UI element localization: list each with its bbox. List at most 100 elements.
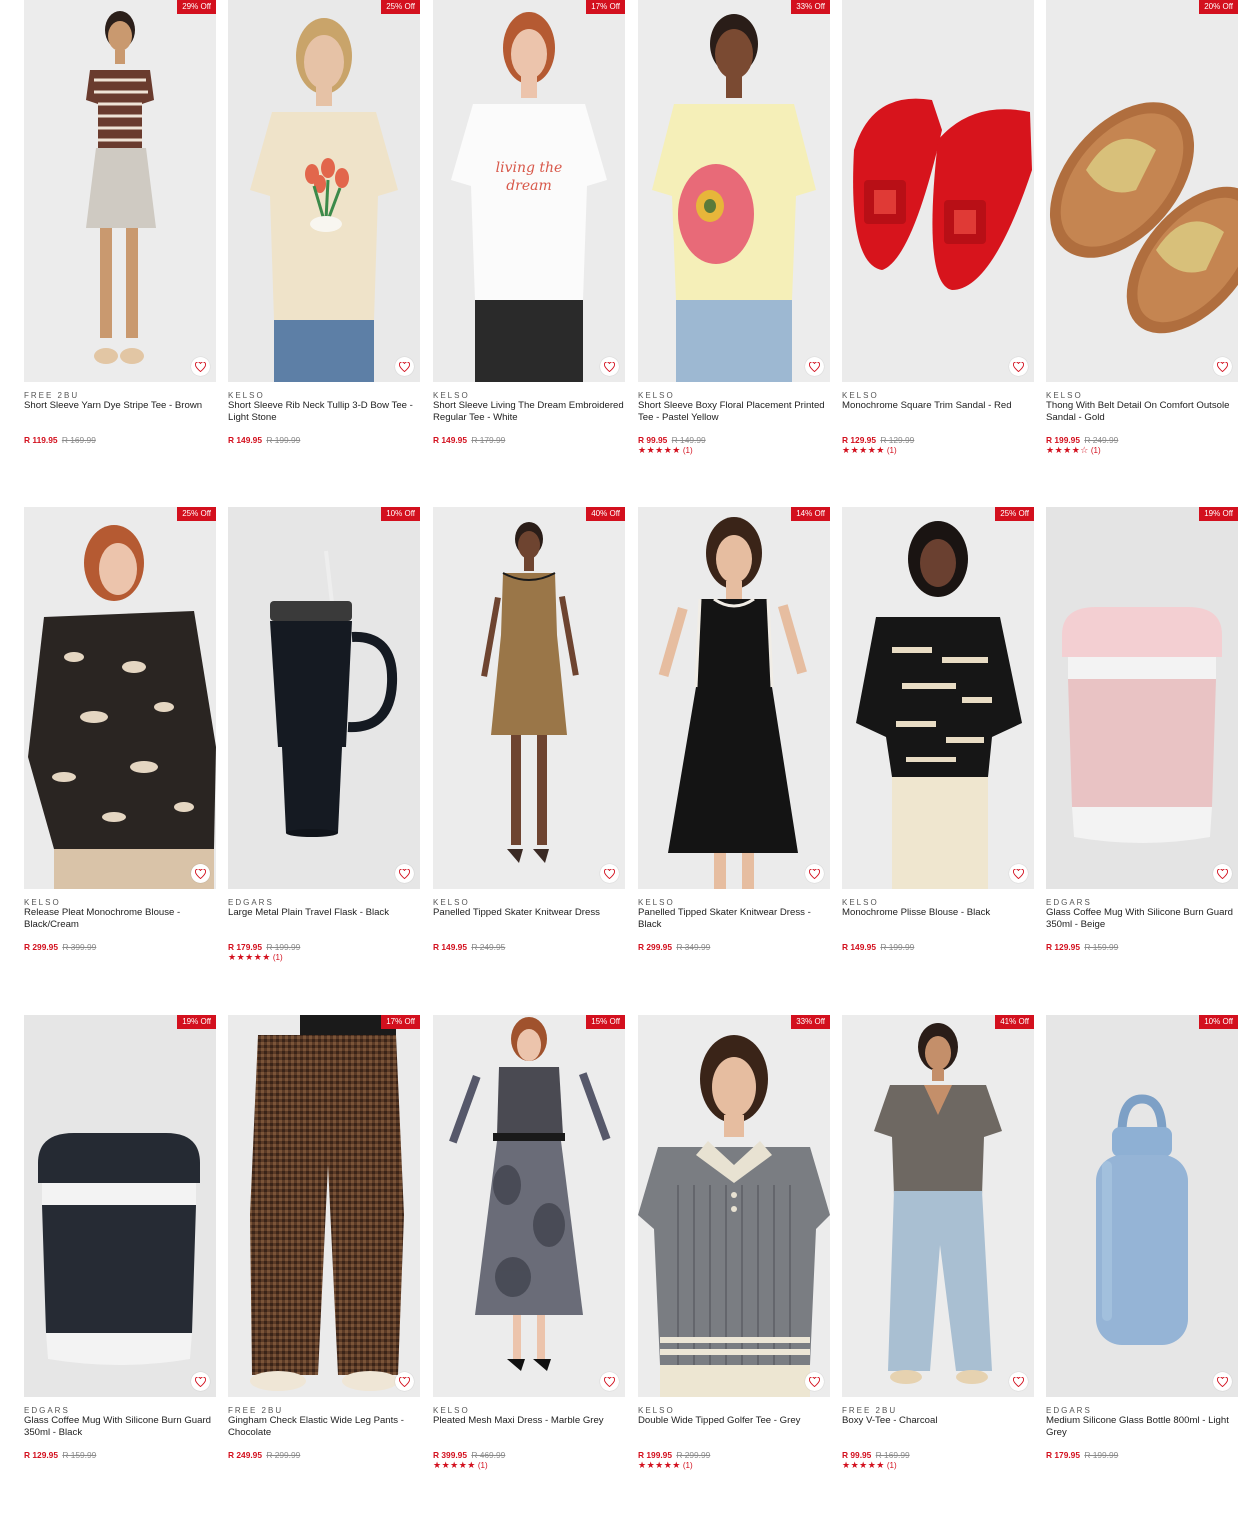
product-image[interactable]: 20% Off xyxy=(1046,0,1238,382)
wishlist-heart-icon[interactable] xyxy=(1009,1372,1028,1391)
star-rating: ★★★★★ (1) xyxy=(638,445,693,456)
discount-badge: 41% Off xyxy=(995,1015,1034,1029)
wishlist-heart-icon[interactable] xyxy=(191,864,210,883)
product-title[interactable]: Large Metal Plain Travel Flask - Black xyxy=(228,907,420,919)
product-card[interactable]: 40% Off KELSO Panelled Tipped Skater Kni… xyxy=(433,507,625,987)
product-brand: EDGARS xyxy=(24,1406,70,1415)
wishlist-heart-icon[interactable] xyxy=(805,357,824,376)
product-brand: KELSO xyxy=(433,1406,470,1415)
product-card[interactable]: 19% Off EDGARS Glass Coffee Mug With Sil… xyxy=(24,1015,216,1495)
product-card[interactable]: 15% Off KELSO Pleated Mesh Maxi Dress - … xyxy=(433,1015,625,1495)
product-image[interactable]: 19% Off xyxy=(24,1015,216,1397)
product-card[interactable]: 25% Off KELSO Short Sleeve Rib Neck Tull… xyxy=(228,0,420,480)
sale-price: R 99.95 xyxy=(638,435,668,445)
product-title[interactable]: Gingham Check Elastic Wide Leg Pants - C… xyxy=(228,1415,420,1438)
original-price: R 169.99 xyxy=(61,435,96,445)
product-card[interactable]: KELSO Monochrome Square Trim Sandal - Re… xyxy=(842,0,1034,480)
sale-price: R 399.95 xyxy=(433,1450,467,1460)
wishlist-heart-icon[interactable] xyxy=(395,357,414,376)
product-image[interactable]: 15% Off xyxy=(433,1015,625,1397)
discount-badge: 25% Off xyxy=(995,507,1034,521)
product-image[interactable]: 29% Off xyxy=(24,0,216,382)
wishlist-heart-icon[interactable] xyxy=(600,864,619,883)
product-title[interactable]: Short Sleeve Rib Neck Tullip 3-D Bow Tee… xyxy=(228,400,420,423)
product-title[interactable]: Monochrome Square Trim Sandal - Red xyxy=(842,400,1034,412)
product-title[interactable]: Boxy V-Tee - Charcoal xyxy=(842,1415,1034,1427)
wishlist-heart-icon[interactable] xyxy=(395,1372,414,1391)
product-image[interactable]: 10% Off xyxy=(228,507,420,889)
product-title[interactable]: Glass Coffee Mug With Silicone Burn Guar… xyxy=(1046,907,1238,930)
rating-stars-icon: ★★★★★ xyxy=(638,445,681,455)
product-title[interactable]: Pleated Mesh Maxi Dress - Marble Grey xyxy=(433,1415,625,1427)
product-card[interactable]: 17% Off FREE 2BU Gingham Check Elastic W… xyxy=(228,1015,420,1495)
product-card[interactable]: 10% Off EDGARS Medium Silicone Glass Bot… xyxy=(1046,1015,1238,1495)
product-title[interactable]: Short Sleeve Boxy Floral Placement Print… xyxy=(638,400,830,423)
wishlist-heart-icon[interactable] xyxy=(1009,864,1028,883)
wishlist-heart-icon[interactable] xyxy=(1009,357,1028,376)
product-prices: R 99.95 R 149.99 xyxy=(638,435,706,445)
product-image[interactable]: 25% Off xyxy=(24,507,216,889)
product-prices: R 129.95 R 159.99 xyxy=(24,1450,96,1460)
product-card[interactable]: 19% Off EDGARS Glass Coffee Mug With Sil… xyxy=(1046,507,1238,987)
product-image[interactable]: 25% Off xyxy=(228,0,420,382)
product-image[interactable]: 10% Off xyxy=(1046,1015,1238,1397)
wishlist-heart-icon[interactable] xyxy=(1213,357,1232,376)
product-card[interactable]: 33% Off KELSO Double Wide Tipped Golfer … xyxy=(638,1015,830,1495)
sale-price: R 129.95 xyxy=(24,1450,58,1460)
wishlist-heart-icon[interactable] xyxy=(805,1372,824,1391)
review-count: (1) xyxy=(272,953,283,962)
product-card[interactable]: 29% Off FREE 2BU Short Sleeve Yarn Dye S… xyxy=(24,0,216,480)
wishlist-heart-icon[interactable] xyxy=(191,1372,210,1391)
product-image[interactable]: 17% Off xyxy=(228,1015,420,1397)
product-card[interactable]: 20% Off KELSO Thong With Belt Detail On … xyxy=(1046,0,1238,480)
product-image[interactable] xyxy=(842,0,1034,382)
sale-price: R 199.95 xyxy=(1046,435,1080,445)
original-price: R 199.99 xyxy=(880,942,915,952)
product-title[interactable]: Medium Silicone Glass Bottle 800ml - Lig… xyxy=(1046,1415,1238,1438)
product-card[interactable]: 25% Off KELSO Monochrome Plisse Blouse -… xyxy=(842,507,1034,987)
product-image[interactable]: 33% Off xyxy=(638,1015,830,1397)
discount-badge: 25% Off xyxy=(381,0,420,14)
product-title[interactable]: Monochrome Plisse Blouse - Black xyxy=(842,907,1034,919)
product-brand: KELSO xyxy=(24,898,61,907)
original-price: R 149.99 xyxy=(671,435,706,445)
product-prices: R 199.95 R 249.99 xyxy=(1046,435,1118,445)
original-price: R 159.99 xyxy=(62,1450,97,1460)
product-image[interactable]: 33% Off xyxy=(638,0,830,382)
discount-badge: 33% Off xyxy=(791,1015,830,1029)
product-title[interactable]: Short Sleeve Living The Dream Embroidere… xyxy=(433,400,625,423)
product-image[interactable]: 19% Off xyxy=(1046,507,1238,889)
product-card[interactable]: 33% Off KELSO Short Sleeve Boxy Floral P… xyxy=(638,0,830,480)
wishlist-heart-icon[interactable] xyxy=(600,1372,619,1391)
product-image[interactable]: 40% Off xyxy=(433,507,625,889)
product-title[interactable]: Panelled Tipped Skater Knitwear Dress - … xyxy=(638,907,830,930)
product-title[interactable]: Release Pleat Monochrome Blouse - Black/… xyxy=(24,907,216,930)
product-prices: R 149.95 R 179.99 xyxy=(433,435,505,445)
product-title[interactable]: Short Sleeve Yarn Dye Stripe Tee - Brown xyxy=(24,400,216,412)
product-title[interactable]: Thong With Belt Detail On Comfort Outsol… xyxy=(1046,400,1238,423)
wishlist-heart-icon[interactable] xyxy=(395,864,414,883)
wishlist-heart-icon[interactable] xyxy=(1213,864,1232,883)
product-card[interactable]: 10% Off EDGARS Large Metal Plain Travel … xyxy=(228,507,420,987)
product-card[interactable]: 14% Off KELSO Panelled Tipped Skater Kni… xyxy=(638,507,830,987)
wishlist-heart-icon[interactable] xyxy=(600,357,619,376)
product-image[interactable]: living the dream 17% Off xyxy=(433,0,625,382)
discount-badge: 14% Off xyxy=(791,507,830,521)
product-title[interactable]: Panelled Tipped Skater Knitwear Dress xyxy=(433,907,625,919)
original-price: R 159.99 xyxy=(1084,942,1119,952)
product-card[interactable]: 25% Off KELSO Release Pleat Monochrome B… xyxy=(24,507,216,987)
product-image[interactable]: 41% Off xyxy=(842,1015,1034,1397)
product-card[interactable]: 41% Off FREE 2BU Boxy V-Tee - Charcoal R… xyxy=(842,1015,1034,1495)
sale-price: R 299.95 xyxy=(24,942,58,952)
discount-badge: 15% Off xyxy=(586,1015,625,1029)
wishlist-heart-icon[interactable] xyxy=(191,357,210,376)
product-title[interactable]: Double Wide Tipped Golfer Tee - Grey xyxy=(638,1415,830,1427)
product-image[interactable]: 14% Off xyxy=(638,507,830,889)
product-row: 29% Off FREE 2BU Short Sleeve Yarn Dye S… xyxy=(24,0,1238,480)
wishlist-heart-icon[interactable] xyxy=(805,864,824,883)
wishlist-heart-icon[interactable] xyxy=(1213,1372,1232,1391)
product-card[interactable]: living the dream 17% Off KELSO Short Sle… xyxy=(433,0,625,480)
product-image[interactable]: 25% Off xyxy=(842,507,1034,889)
product-title[interactable]: Glass Coffee Mug With Silicone Burn Guar… xyxy=(24,1415,216,1438)
product-prices: R 129.95 R 129.99 xyxy=(842,435,914,445)
